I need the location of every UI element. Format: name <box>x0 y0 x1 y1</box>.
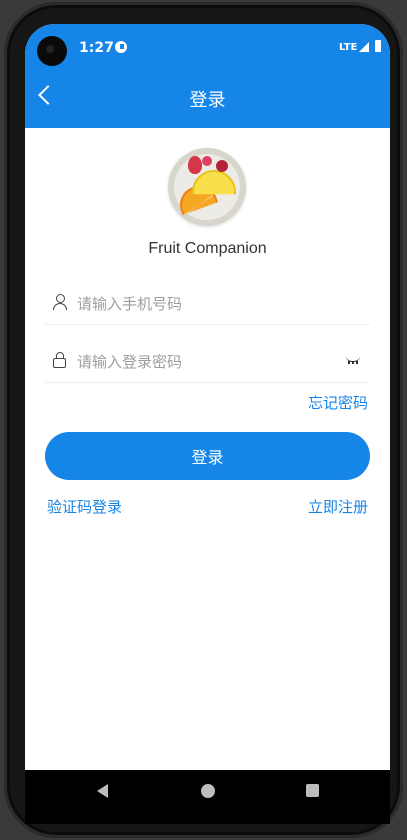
eye-closed-icon[interactable] <box>346 356 362 364</box>
password-input[interactable]: 请输入登录密码 <box>77 351 182 372</box>
network-type: LTE <box>339 42 358 53</box>
user-icon <box>53 294 67 310</box>
app-bar: 1:27 LTE 登录 <box>25 24 390 128</box>
code-login-link[interactable]: 验证码登录 <box>47 496 122 517</box>
signal-icon <box>359 42 369 52</box>
register-link[interactable]: 立即注册 <box>308 496 368 517</box>
nav-recents-icon[interactable] <box>306 784 319 797</box>
cherry-shape <box>216 160 228 172</box>
strawberry-shape <box>188 156 202 174</box>
phone-input[interactable]: 请输入手机号码 <box>77 293 182 314</box>
system-nav-bar <box>25 770 390 824</box>
page-title: 登录 <box>189 90 226 111</box>
app-name: Fruit Companion <box>148 240 267 257</box>
phone-field[interactable]: 请输入手机号码 <box>45 282 370 325</box>
status-time: 1:27 <box>79 40 114 56</box>
battery-icon <box>375 40 381 52</box>
password-field[interactable]: 请输入登录密码 <box>45 340 370 383</box>
app-logo <box>168 148 246 226</box>
nav-home-icon[interactable] <box>201 784 215 798</box>
lock-icon <box>53 352 67 368</box>
notification-icon <box>115 41 127 53</box>
camera-cutout <box>37 36 67 66</box>
forgot-password-link[interactable]: 忘记密码 <box>308 392 368 413</box>
berry-shape <box>202 156 212 166</box>
app-screen: 1:27 LTE 登录 Fruit Companion 请输入手机号码 请输入登… <box>25 24 390 824</box>
nav-back-icon[interactable] <box>97 784 108 798</box>
login-button[interactable]: 登录 <box>45 432 370 480</box>
